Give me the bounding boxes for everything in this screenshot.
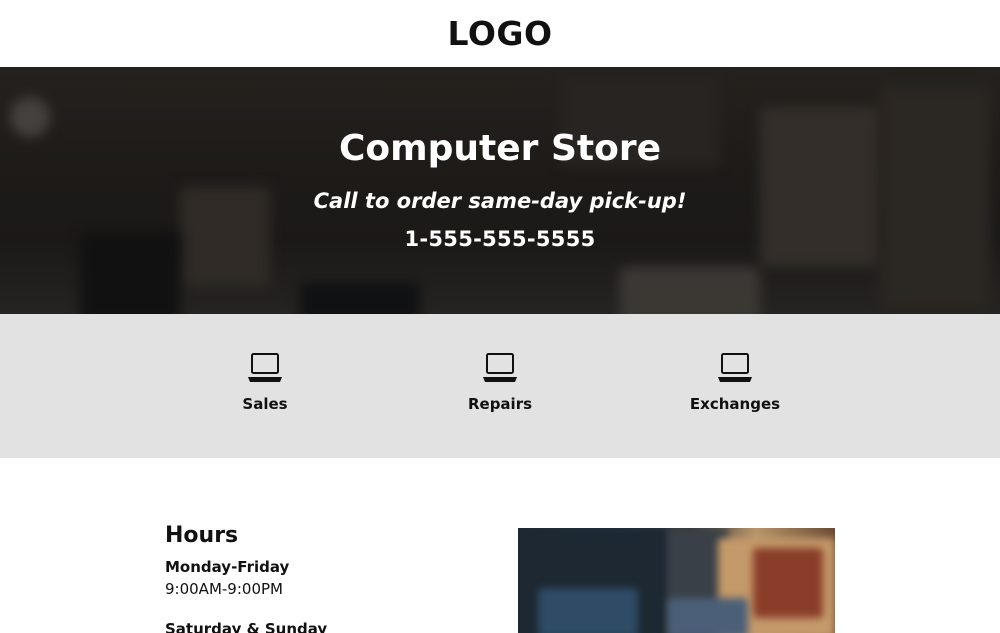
service-label: Repairs (467, 395, 533, 413)
hero-phone[interactable]: 1-555-555-5555 (0, 225, 1000, 253)
laptop-icon (483, 353, 517, 382)
service-label: Sales (242, 395, 288, 413)
laptop-icon (718, 353, 752, 382)
hero-subtitle: Call to order same-day pick-up! (313, 189, 687, 213)
service-exchanges[interactable]: Exchanges (618, 314, 853, 458)
site-header: LOGO (0, 0, 1000, 67)
hero-banner: Computer Store Call to order same-day pi… (0, 67, 1000, 314)
weekday-time: 9:00AM-9:00PM (165, 580, 283, 598)
service-sales[interactable]: Sales (148, 314, 383, 458)
hours-title: Hours (165, 523, 239, 548)
weekday-label: Monday-Friday (165, 558, 290, 576)
hours-block: Hours Monday-Friday 9:00AM-9:00PM Saturd… (165, 521, 327, 633)
store-photo (518, 528, 835, 633)
service-label: Exchanges (689, 395, 781, 413)
laptop-icon (248, 353, 282, 382)
site-logo[interactable]: LOGO (447, 14, 552, 53)
info-section: Hours Monday-Friday 9:00AM-9:00PM Saturd… (0, 458, 1000, 633)
hero-title: Computer Store (338, 128, 661, 169)
services-section: Sales Repairs Exchanges (0, 314, 1000, 458)
service-repairs[interactable]: Repairs (383, 314, 618, 458)
weekend-label: Saturday & Sunday (165, 620, 328, 633)
